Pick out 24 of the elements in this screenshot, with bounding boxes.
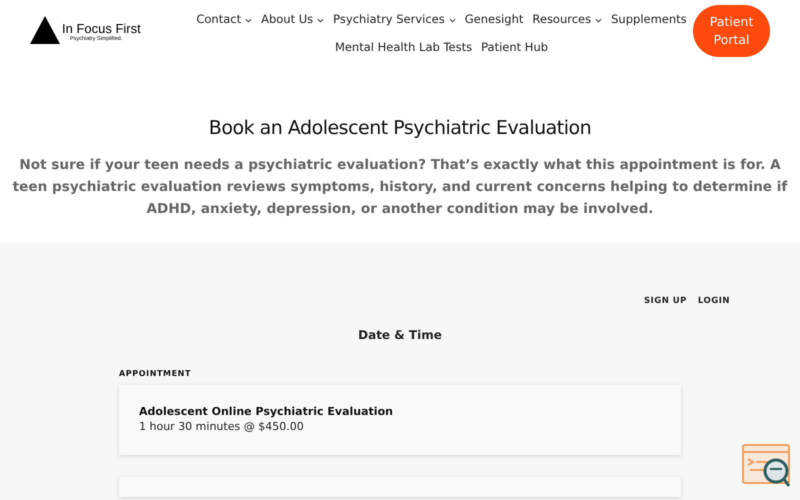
chevron-down-icon: [448, 18, 456, 22]
nav-link[interactable]: Genesight: [464, 9, 524, 29]
step-title: Date & Time: [357, 328, 443, 342]
logo-name: In Focus First: [62, 22, 141, 36]
nav-link[interactable]: Resources: [532, 9, 602, 29]
section-label: APPOINTMENT: [119, 369, 192, 378]
appointment-name: Adolescent Online Psychiatric Evaluation: [139, 405, 394, 418]
page-title: Book an Adolescent Psychiatric Evaluation: [208, 116, 592, 139]
chevron-down-icon: [595, 18, 602, 22]
nav-link[interactable]: Psychiatry Services: [333, 9, 456, 29]
intro-text: Not sure if your teen needs a psychiatric evaluation? That’s exactly what this appointment is for. A teen psychiatric evaluation reviews symptoms, history, and current concerns helping to determine if ADHD, anxiety, depression, or another condition may be involved.: [12, 156, 788, 219]
nav-link[interactable]: About Us: [261, 9, 324, 29]
nav-link[interactable]: Patient Hub: [481, 37, 548, 57]
nav-link[interactable]: Contact: [196, 9, 252, 29]
chevron-down-icon: [245, 18, 252, 22]
chevron-down-icon: [317, 18, 324, 22]
account-link[interactable]: LOGIN: [698, 296, 730, 306]
account-link[interactable]: SIGN UP: [644, 296, 687, 306]
appointment-detail: 1 hour 30 minutes @ $450.00: [139, 420, 305, 433]
search-window-icon[interactable]: [742, 444, 790, 488]
nav-link[interactable]: Supplements: [611, 9, 687, 29]
nav-link[interactable]: Mental Health Lab Tests: [334, 37, 472, 57]
appointment-card[interactable]: Adolescent Online Psychiatric Evaluation 1 hour 30 minutes @ $450.00: [119, 385, 681, 455]
triangle-logo-icon: [30, 16, 60, 44]
